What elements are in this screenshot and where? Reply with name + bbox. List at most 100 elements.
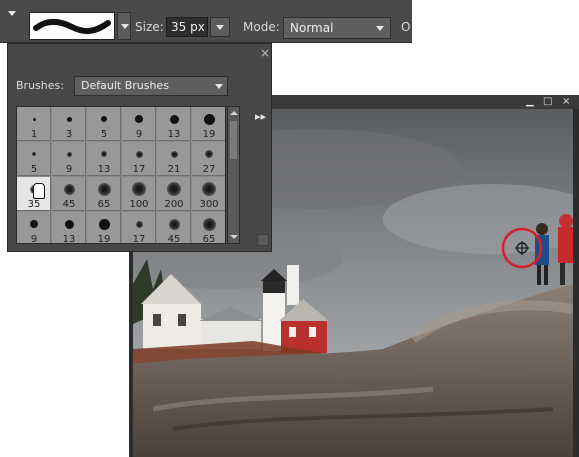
brush-preset[interactable]: 5	[87, 107, 121, 141]
tool-preset-arrow-icon[interactable]	[8, 11, 16, 16]
brush-tip-icon	[202, 182, 216, 196]
brushes-label: Brushes:	[16, 79, 64, 92]
scroll-up-icon[interactable]	[230, 111, 238, 115]
chevron-down-icon	[215, 84, 223, 89]
brush-picker-panel: × Brushes: Default Brushes 1 3 5 9 13 19 5 9 13 1…	[7, 43, 272, 252]
brush-size-label: 200	[164, 199, 184, 210]
brush-size-label: 300	[199, 199, 219, 210]
brush-tip-icon	[32, 152, 36, 156]
brush-picker-toggle[interactable]	[117, 12, 131, 40]
brush-tip-icon	[97, 182, 111, 196]
brush-size-label: 5	[100, 129, 108, 140]
brush-preset[interactable]: 27	[192, 142, 225, 176]
resize-grip-icon[interactable]	[257, 234, 269, 246]
brush-size-label: 19	[202, 129, 216, 140]
chevron-down-icon	[216, 25, 224, 30]
brush-preset[interactable]: 5	[17, 142, 51, 176]
brush-tip-icon	[64, 219, 74, 229]
brush-tip-icon	[167, 182, 181, 196]
brush-tip-icon	[66, 151, 72, 157]
minimize-button[interactable]: ▁	[526, 96, 534, 108]
brush-tip-icon	[98, 218, 110, 230]
brush-size-label: 65	[202, 234, 216, 244]
brush-tip-icon	[168, 218, 180, 230]
brush-size-label: 19	[97, 234, 111, 244]
brush-preset[interactable]: 17	[122, 142, 156, 176]
scroll-down-icon[interactable]	[230, 235, 238, 239]
brush-size-label: 45	[62, 199, 76, 210]
brush-tip-icon	[30, 220, 38, 228]
brush-tip-icon	[63, 183, 75, 195]
brush-preset[interactable]: 9	[17, 212, 51, 244]
brush-preset[interactable]: 19	[192, 107, 225, 141]
brush-size-label: 17	[132, 234, 146, 244]
brush-cursor-icon	[501, 227, 543, 269]
brush-size-label: 17	[132, 164, 146, 175]
brush-size-label: 21	[167, 164, 181, 175]
brush-preset[interactable]: 17	[122, 212, 156, 244]
brush-size-label: 45	[167, 234, 181, 244]
brush-preview[interactable]	[29, 12, 115, 40]
brush-tip-icon	[170, 150, 178, 158]
brush-preset[interactable]: 100	[122, 177, 156, 211]
brush-preset[interactable]: 13	[52, 212, 86, 244]
mode-select[interactable]: Normal	[283, 17, 391, 39]
brush-preset[interactable]: 65	[192, 212, 225, 244]
brush-tip-icon	[132, 182, 146, 196]
brush-preset[interactable]: 21	[157, 142, 191, 176]
brush-preset[interactable]: 45	[157, 212, 191, 244]
brush-size-label: 27	[202, 164, 216, 175]
size-label: Size:	[135, 20, 164, 34]
brush-tip-icon	[135, 115, 143, 123]
brush-preset[interactable]: 300	[192, 177, 225, 211]
brush-size-label: 9	[65, 164, 73, 175]
brush-library-value: Default Brushes	[81, 79, 169, 92]
brush-preset[interactable]: 9	[52, 142, 86, 176]
brush-size-label: 35	[27, 199, 41, 210]
brush-tip-icon	[101, 151, 107, 157]
restore-button[interactable]: □	[543, 96, 552, 108]
brush-preset[interactable]: 9	[122, 107, 156, 141]
brush-preset[interactable]: 13	[87, 142, 121, 176]
brush-tip-icon	[169, 114, 179, 124]
scroll-thumb[interactable]	[230, 121, 237, 159]
brush-tip-icon	[203, 113, 215, 125]
panel-menu-icon[interactable]: ▸▸	[255, 110, 266, 123]
brush-size-label: 9	[30, 234, 38, 244]
close-window-button[interactable]: ×	[562, 96, 570, 108]
hand-pointer-icon	[33, 183, 45, 199]
brush-tip-icon	[135, 150, 143, 158]
brush-library-select[interactable]: Default Brushes	[74, 76, 228, 96]
brush-preset[interactable]: 65	[87, 177, 121, 211]
brush-size-label: 13	[167, 129, 181, 140]
brush-size-label: 9	[135, 129, 143, 140]
brush-size-label: 100	[129, 199, 149, 210]
brush-preset[interactable]: 200	[157, 177, 191, 211]
brush-size-label: 65	[97, 199, 111, 210]
chevron-down-icon	[376, 26, 384, 31]
brush-size-label: 5	[30, 164, 38, 175]
brush-preset[interactable]: 19	[87, 212, 121, 244]
brush-preset[interactable]: 45	[52, 177, 86, 211]
brush-size-label: 1	[30, 129, 38, 140]
close-icon[interactable]: ×	[260, 46, 270, 60]
opacity-label-partial: O	[401, 20, 411, 34]
brush-tip-icon	[205, 150, 213, 158]
brush-size-label: 13	[97, 164, 111, 175]
size-slider-toggle[interactable]	[210, 17, 230, 37]
brush-preset[interactable]: 3	[52, 107, 86, 141]
brush-tip-icon	[135, 220, 143, 228]
preset-scrollbar[interactable]	[227, 106, 240, 244]
tool-options-bar: Size: 35 px Mode: Normal O	[0, 0, 412, 43]
mode-value: Normal	[290, 21, 334, 35]
brush-preset[interactable]: 13	[157, 107, 191, 141]
brush-tip-icon	[101, 116, 107, 122]
mode-label: Mode:	[243, 20, 280, 34]
brush-preset[interactable]: 1	[17, 107, 51, 141]
brush-preset[interactable]: 35	[17, 177, 51, 211]
brush-tip-icon	[32, 117, 36, 121]
brush-size-label: 13	[62, 234, 76, 244]
brush-tip-icon	[66, 116, 72, 122]
size-input[interactable]: 35 px	[166, 17, 208, 37]
brush-size-label: 3	[65, 129, 73, 140]
